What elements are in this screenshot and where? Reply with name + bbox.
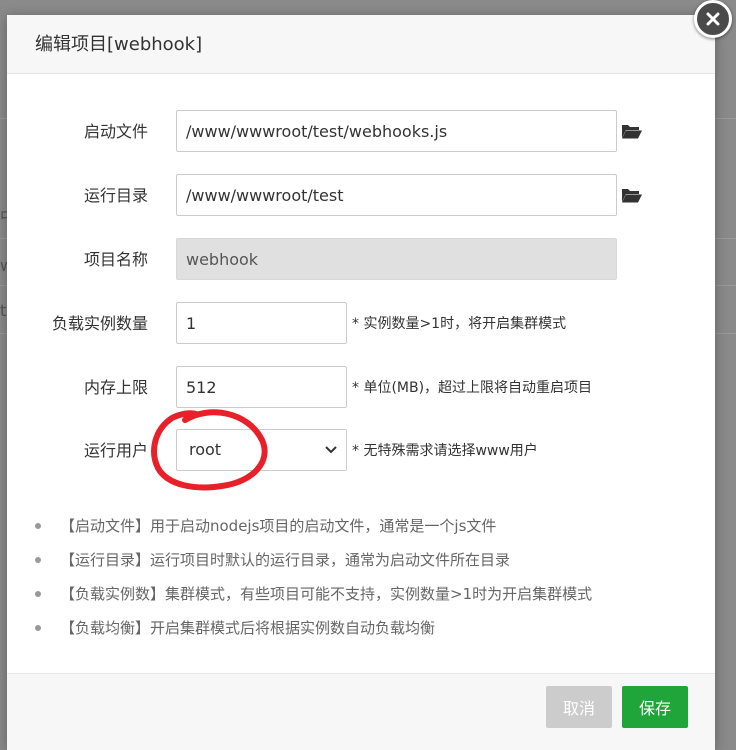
run-dir-input[interactable] [176, 174, 617, 216]
run-user-select[interactable]: root [176, 429, 347, 471]
help-notes-list: 【启动文件】用于启动nodejs项目的启动文件，通常是一个js文件 【运行目录】… [29, 512, 709, 648]
folder-open-icon[interactable] [621, 121, 643, 141]
memory-label: 内存上限 [83, 378, 148, 397]
dialog-title: 编辑项目[webhook] [35, 34, 203, 55]
close-icon [706, 12, 720, 26]
help-note-text: 【运行目录】运行项目时默认的运行目录，通常为启动文件所在目录 [60, 551, 511, 569]
memory-hint: * 单位(MB)，超过上限将自动重启项目 [352, 380, 593, 396]
instances-input[interactable] [176, 302, 347, 344]
bullet-icon [35, 625, 41, 631]
bullet-icon [35, 523, 41, 529]
help-note: 【负载实例数】集群模式，有些项目可能不支持，实例数量>1时为开启集群模式 [29, 580, 709, 614]
run-dir-row: 运行目录 [7, 174, 715, 218]
start-file-row: 启动文件 [7, 110, 715, 154]
start-file-input[interactable] [176, 110, 617, 152]
memory-row: 内存上限 * 单位(MB)，超过上限将自动重启项目 [7, 366, 715, 410]
help-note: 【负载均衡】开启集群模式后将根据实例数自动负载均衡 [29, 614, 709, 648]
instances-label: 负载实例数量 [51, 314, 148, 333]
dialog-footer: 取消 保存 [7, 673, 715, 750]
chevron-down-icon [325, 446, 337, 454]
instances-hint: * 实例数量>1时，将开启集群模式 [352, 316, 567, 332]
run-dir-label: 运行目录 [83, 186, 148, 205]
cancel-button[interactable]: 取消 [546, 686, 612, 728]
run-user-hint: * 无特殊需求请选择www用户 [352, 443, 538, 459]
project-name-row: 项目名称 [7, 238, 715, 282]
memory-input[interactable] [176, 366, 347, 408]
instances-row: 负载实例数量 * 实例数量>1时，将开启集群模式 [7, 302, 715, 346]
project-name-input [176, 238, 617, 280]
edit-project-dialog: 编辑项目[webhook] 启动文件 运行目录 项目名称 负载实例数量 * 实例… [7, 15, 715, 750]
help-note-text: 【负载实例数】集群模式，有些项目可能不支持，实例数量>1时为开启集群模式 [60, 585, 593, 603]
project-name-label: 项目名称 [83, 250, 148, 269]
help-note-text: 【负载均衡】开启集群模式后将根据实例数自动负载均衡 [60, 619, 436, 637]
help-note-text: 【启动文件】用于启动nodejs项目的启动文件，通常是一个js文件 [60, 517, 497, 535]
save-button[interactable]: 保存 [622, 686, 688, 728]
background-text: t [0, 301, 7, 320]
run-user-row: 运行用户 root * 无特殊需求请选择www用户 [7, 429, 715, 473]
bullet-icon [35, 557, 41, 563]
start-file-label: 启动文件 [83, 122, 148, 141]
help-note: 【启动文件】用于启动nodejs项目的启动文件，通常是一个js文件 [29, 512, 709, 546]
bullet-icon [35, 591, 41, 597]
folder-open-icon[interactable] [621, 185, 643, 205]
run-user-selected-value: root [189, 440, 222, 459]
help-note: 【运行目录】运行项目时默认的运行目录，通常为启动文件所在目录 [29, 546, 709, 580]
dialog-header: 编辑项目[webhook] [7, 15, 715, 74]
close-button[interactable] [694, 0, 732, 38]
run-user-label: 运行用户 [83, 441, 148, 460]
